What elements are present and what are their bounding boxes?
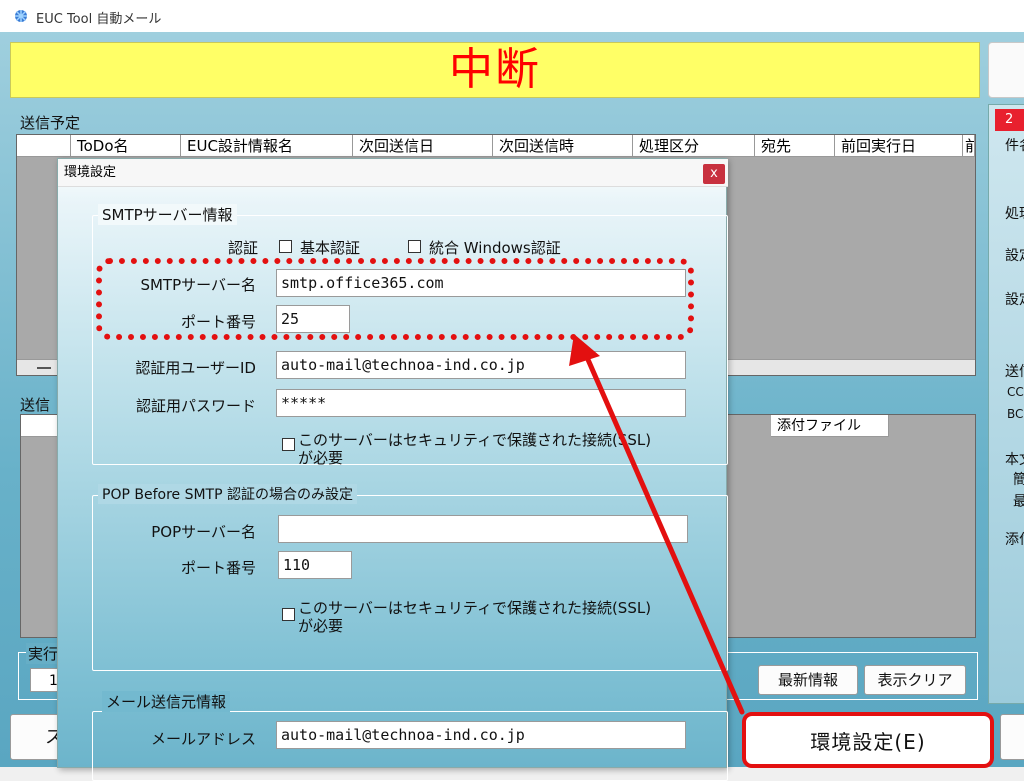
schedule-row-header [17, 135, 71, 157]
latest-info-button[interactable]: 最新情報 [758, 665, 858, 695]
right-panel: 2 件名 処理 設定 設定 送信 CC BCC 本文 簡 最 添付 [988, 104, 1024, 704]
auth-password-input[interactable]: ***** [276, 389, 686, 417]
schedule-label: 送信予定 [20, 114, 81, 132]
dialog-title: 環境設定 [58, 159, 728, 187]
schedule-col-euc[interactable]: EUC設計情報名 [181, 135, 353, 157]
windows-auth-checkbox[interactable] [408, 240, 421, 253]
pop-ssl-text: このサーバーはセキュリティで保護された接続(SSL) が必要 [298, 599, 651, 635]
auth-label: 認証 [227, 239, 258, 257]
schedule-col-type[interactable]: 処理区分 [633, 135, 755, 157]
pop-port-label: ポート番号 [180, 559, 256, 577]
pop-ssl-checkbox[interactable] [282, 608, 295, 621]
mail-sender-group-title: メール送信元情報 [102, 691, 231, 712]
title-bar: EUC Tool 自動メール [0, 0, 1024, 32]
pop-server-input[interactable] [278, 515, 688, 543]
mail-address-input[interactable]: auto-mail@technoa-ind.co.jp [276, 721, 686, 749]
schedule-col-next-time[interactable]: 次回送信時 [493, 135, 633, 157]
right-panel-latest: 最 [1013, 494, 1024, 510]
history-label: 送信 [20, 396, 51, 414]
basic-auth-text: 基本認証 [300, 239, 361, 257]
basic-auth-checkbox[interactable] [279, 240, 292, 253]
environment-settings-button[interactable]: 環境設定(E) [742, 712, 994, 768]
app-icon [15, 10, 27, 22]
right-panel-process: 処理 [1005, 206, 1024, 222]
smtp-ssl-line2: が必要 [298, 449, 344, 467]
top-right-button[interactable] [988, 42, 1024, 98]
clear-display-button[interactable]: 表示クリア [864, 665, 966, 695]
right-panel-send: 送信 [1005, 364, 1024, 380]
right-panel-bcc: BCC [1007, 407, 1024, 421]
right-panel-setting1: 設定 [1005, 248, 1024, 264]
right-panel-subject: 件名 [1005, 138, 1024, 154]
smtp-group-title: SMTPサーバー情報 [98, 204, 237, 225]
pop-port-input[interactable]: 110 [278, 551, 352, 579]
window-title: EUC Tool 自動メール [36, 12, 162, 27]
pop-server-label: POPサーバー名 [151, 523, 256, 541]
windows-auth-text: 統合 Windows認証 [429, 239, 561, 257]
schedule-col-todo[interactable]: ToDo名 [71, 135, 181, 157]
schedule-col-last-run[interactable]: 前回実行日 [835, 135, 963, 157]
scroll-thumb[interactable] [37, 367, 51, 369]
right-panel-cc: CC [1007, 385, 1024, 399]
right-panel-setting2: 設定 [1005, 292, 1024, 308]
auth-user-input[interactable]: auto-mail@technoa-ind.co.jp [276, 351, 686, 379]
exec-field[interactable]: 1 [30, 668, 60, 692]
schedule-col-more[interactable]: 前 [963, 135, 975, 157]
right-panel-badge: 2 [995, 109, 1024, 131]
auth-password-label: 認証用パスワード [135, 397, 256, 415]
environment-settings-label: 環境設定(E) [810, 730, 926, 754]
auth-user-label: 認証用ユーザーID [135, 359, 256, 377]
pop-group-title: POP Before SMTP 認証の場合のみ設定 [98, 484, 357, 504]
smtp-ssl-text: このサーバーはセキュリティで保護された接続(SSL) が必要 [298, 431, 651, 467]
history-row-header [21, 415, 61, 437]
history-col-attachment[interactable]: 添付ファイル [771, 415, 889, 437]
right-panel-attach: 添付 [1005, 532, 1024, 548]
close-icon[interactable]: x [703, 164, 725, 184]
status-banner-text: 中断 [449, 44, 541, 95]
pop-ssl-line1: このサーバーはセキュリティで保護された接続(SSL) [298, 599, 652, 617]
exec-label: 実行 [26, 643, 61, 664]
bottom-right-button[interactable] [1000, 714, 1024, 760]
smtp-ssl-checkbox[interactable] [282, 438, 295, 451]
pop-ssl-line2: が必要 [298, 617, 344, 635]
settings-dialog: 環境設定 x SMTPサーバー情報 認証 基本認証 統合 Windows認証 S… [57, 158, 728, 781]
smtp-ssl-line1: このサーバーはセキュリティで保護された接続(SSL) [298, 431, 652, 449]
schedule-col-dest[interactable]: 宛先 [755, 135, 835, 157]
mail-address-label: メールアドレス [150, 730, 256, 748]
right-panel-simple: 簡 [1013, 472, 1024, 488]
status-banner: 中断 [10, 42, 980, 98]
schedule-col-next-date[interactable]: 次回送信日 [353, 135, 493, 157]
highlight-smtp-annotation [96, 258, 694, 340]
right-panel-body: 本文 [1005, 452, 1024, 468]
